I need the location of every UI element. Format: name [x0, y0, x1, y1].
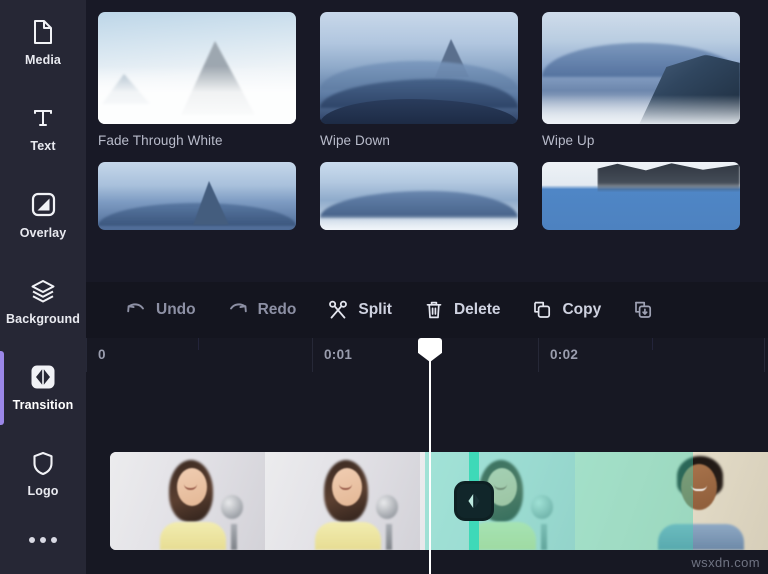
- ruler-label: 0: [98, 347, 106, 362]
- trash-icon: [424, 300, 444, 320]
- undo-arrow-icon: [126, 300, 146, 320]
- sidebar-item-label: Logo: [27, 484, 59, 499]
- delete-button[interactable]: Delete: [408, 288, 517, 332]
- editor-toolbar: Undo Redo Split Delete Copy: [86, 282, 768, 338]
- transition-thumbnail: [542, 12, 740, 124]
- duplicate-button[interactable]: [617, 288, 679, 332]
- transition-card-6[interactable]: [530, 162, 752, 239]
- transition-icon: [30, 364, 56, 390]
- copy-button[interactable]: Copy: [516, 288, 617, 332]
- clipchamp-editor-window: Media Text Overlay Background Transition…: [0, 0, 768, 574]
- more-options-button[interactable]: [0, 517, 86, 562]
- layers-icon: [30, 278, 56, 304]
- sidebar-item-media[interactable]: Media: [0, 0, 86, 86]
- sidebar-item-label: Text: [30, 139, 56, 154]
- redo-button[interactable]: Redo: [212, 288, 313, 332]
- sidebar-item-overlay[interactable]: Overlay: [0, 172, 86, 258]
- transition-label: Fade Through White: [98, 133, 223, 148]
- transition-card-wipe-up[interactable]: Wipe Up: [530, 12, 752, 162]
- transition-tint-region: [425, 452, 693, 550]
- ruler-tick: [198, 338, 199, 350]
- delete-label: Delete: [453, 301, 501, 318]
- undo-button[interactable]: Undo: [110, 288, 212, 332]
- timeline: 0 0:01 0:02: [86, 338, 768, 574]
- transition-thumbnail: [320, 162, 518, 230]
- transition-card-fade-through-white[interactable]: Fade Through White: [86, 12, 308, 162]
- transition-marker-badge[interactable]: [454, 481, 494, 521]
- sidebar-item-logo[interactable]: Logo: [0, 431, 86, 517]
- sidebar-item-background[interactable]: Background: [0, 259, 86, 345]
- transition-thumbnail: [320, 12, 518, 124]
- split-label: Split: [358, 301, 392, 318]
- transition-thumbnail: [98, 162, 296, 230]
- ruler-tick: [86, 338, 87, 372]
- transition-label: Wipe Down: [320, 133, 390, 148]
- undo-label: Undo: [156, 301, 196, 318]
- sidebar-item-label: Overlay: [19, 225, 67, 240]
- left-sidebar: Media Text Overlay Background Transition…: [0, 0, 86, 574]
- transitions-panel: Fade Through White Wipe Down Wipe Up: [86, 0, 768, 282]
- transition-icon: [468, 494, 480, 508]
- transitions-grid: Fade Through White Wipe Down Wipe Up: [86, 12, 768, 239]
- sidebar-item-label: Transition: [12, 398, 74, 413]
- redo-label: Redo: [257, 301, 297, 318]
- sidebar-item-transition[interactable]: Transition: [0, 345, 86, 431]
- redo-arrow-icon: [228, 300, 248, 320]
- transition-thumbnail: [98, 12, 296, 124]
- clip-frame: [110, 452, 265, 550]
- transition-label: Wipe Up: [542, 133, 595, 148]
- sidebar-item-label: Background: [6, 311, 80, 326]
- document-icon: [30, 19, 56, 45]
- transition-card-wipe-down[interactable]: Wipe Down: [308, 12, 530, 162]
- sidebar-item-text[interactable]: Text: [0, 86, 86, 172]
- text-t-icon: [30, 105, 56, 131]
- shield-icon: [30, 450, 56, 476]
- dot-icon: [40, 536, 46, 543]
- ruler-label: 0:01: [324, 347, 353, 362]
- copy-label: Copy: [562, 301, 602, 318]
- scissors-icon: [328, 300, 348, 320]
- transition-thumbnail: [542, 162, 740, 230]
- clip-frame: [265, 452, 420, 550]
- sidebar-item-label: Media: [25, 53, 61, 68]
- ruler-tick: [312, 338, 313, 372]
- transition-card-4[interactable]: [86, 162, 308, 239]
- playhead[interactable]: [418, 338, 442, 574]
- ruler-tick: [764, 338, 765, 372]
- copy-icon: [532, 300, 552, 320]
- ruler-tick: [538, 338, 539, 372]
- duplicate-down-icon: [633, 300, 653, 320]
- ruler-tick: [652, 338, 653, 350]
- dot-icon: [29, 536, 35, 543]
- ruler-label: 0:02: [550, 347, 579, 362]
- split-button[interactable]: Split: [312, 288, 408, 332]
- video-track-clip[interactable]: [110, 452, 768, 550]
- dot-icon: [51, 536, 57, 543]
- overlay-icon: [30, 192, 56, 218]
- watermark: wsxdn.com: [691, 555, 760, 570]
- transition-card-5[interactable]: [308, 162, 530, 239]
